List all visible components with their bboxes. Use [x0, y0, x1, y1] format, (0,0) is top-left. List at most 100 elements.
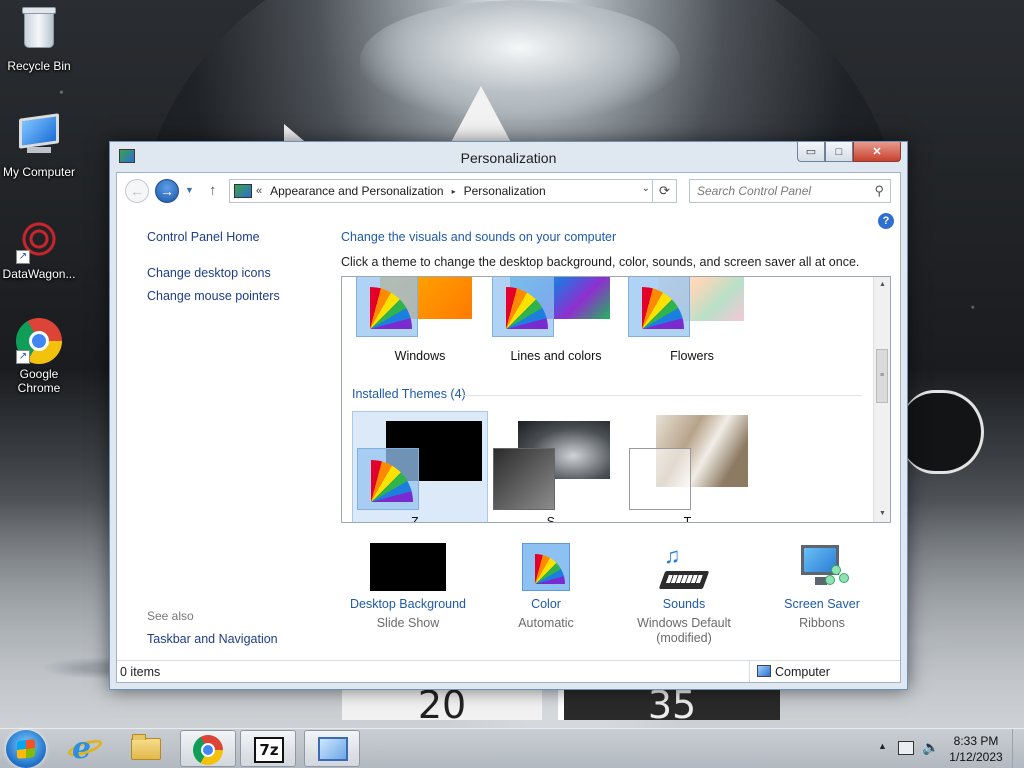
address-bar[interactable]: « Appearance and Personalization ▸ Perso…	[229, 179, 677, 203]
theme-name: Windows	[394, 349, 446, 363]
themes-scrollbar[interactable]: ▲ ≡ ▼	[873, 277, 890, 522]
status-item-count: 0 items	[120, 665, 161, 679]
taskbar-internet-explorer[interactable]: e	[58, 730, 114, 767]
theme-name: S...	[546, 515, 566, 523]
theme-installed-3[interactable]: T...	[624, 411, 760, 523]
forward-button[interactable]: →	[155, 179, 179, 203]
taskbar-control-panel[interactable]	[304, 730, 360, 767]
recent-locations-dropdown[interactable]: ▼	[185, 185, 194, 195]
color-palette-icon	[492, 277, 554, 337]
desktop-background-link[interactable]: Desktop Background	[343, 597, 473, 611]
color-link[interactable]: Color	[481, 597, 611, 611]
minimize-button[interactable]: ▭	[797, 142, 825, 162]
close-button[interactable]: ✕	[853, 142, 901, 162]
sounds-link[interactable]: Sounds	[619, 597, 749, 611]
color-value: Automatic	[518, 616, 574, 630]
theme-flowers[interactable]: Flowers	[624, 277, 760, 373]
sounds-icon: ♫	[656, 543, 712, 591]
computer-icon	[16, 113, 62, 162]
breadcrumb-separator-icon[interactable]: ▸	[452, 187, 456, 196]
breadcrumb-overflow[interactable]: «	[256, 185, 262, 197]
desktop-icon-label: My Computer	[2, 165, 76, 179]
theme-lines-and-colors[interactable]: Lines and colors	[488, 277, 624, 373]
recycle-bin-icon	[16, 7, 62, 56]
color-palette-icon	[357, 448, 419, 510]
installed-themes-heading: Installed Themes (4)	[352, 387, 466, 401]
color-setting[interactable]: Color Automatic	[481, 543, 611, 631]
chrome-icon	[193, 735, 223, 765]
scroll-up-arrow-icon[interactable]: ▲	[874, 277, 890, 293]
taskbar-and-navigation-link[interactable]: Taskbar and Navigation	[147, 632, 278, 646]
show-desktop-button[interactable]	[1012, 729, 1024, 768]
show-hidden-icons-icon[interactable]: ▲	[878, 741, 887, 751]
desktop-icon-datawagon[interactable]: ↗ DataWagon...	[0, 216, 78, 281]
shortcut-arrow-icon: ↗	[16, 350, 30, 364]
window-content: ← → ▼ ↑ « Appearance and Personalization…	[116, 172, 901, 683]
volume-icon[interactable]: 🔈	[922, 739, 939, 756]
scroll-thumb[interactable]: ≡	[876, 349, 888, 403]
theme-installed-1[interactable]: Z...	[352, 411, 488, 523]
maximize-button[interactable]: □	[825, 142, 853, 162]
up-button[interactable]: ↑	[209, 182, 217, 199]
color-palette-icon	[628, 277, 690, 337]
start-button[interactable]	[6, 730, 46, 768]
taskbar-google-chrome[interactable]	[180, 730, 236, 767]
breadcrumb-personalization[interactable]: Personalization	[464, 184, 546, 198]
see-also-label: See also	[147, 609, 194, 623]
color-palette-icon	[356, 277, 418, 337]
navigation-bar: ← → ▼ ↑ « Appearance and Personalization…	[117, 173, 900, 211]
help-icon[interactable]: ?	[878, 213, 894, 229]
desktop-background-setting[interactable]: Desktop Background Slide Show	[343, 543, 473, 631]
internet-explorer-icon: e	[72, 731, 92, 766]
refresh-button[interactable]: ⟳	[652, 180, 676, 202]
address-dropdown-icon[interactable]: ⌄	[642, 183, 650, 194]
screen-saver-icon	[795, 543, 849, 591]
desktop-icon-label: Recycle Bin	[7, 59, 71, 73]
theme-windows[interactable]: Windows	[352, 277, 488, 373]
desktop-icon-label: DataWagon...	[2, 267, 76, 281]
theme-name: Z...	[410, 515, 430, 523]
desktop-icon-google-chrome[interactable]: ↗ Google Chrome	[0, 318, 78, 395]
shortcut-arrow-icon: ↗	[16, 250, 30, 264]
chrome-icon: ↗	[16, 318, 62, 364]
window-titlebar[interactable]: Personalization ▭ □ ✕	[110, 142, 907, 172]
taskbar-file-explorer[interactable]	[118, 730, 174, 767]
clock-time: 8:33 PM	[953, 734, 999, 748]
wallpaper-ridge	[360, 0, 680, 120]
change-desktop-icons-link[interactable]: Change desktop icons	[147, 266, 271, 280]
desktop-background-icon	[370, 543, 446, 591]
taskbar: e 7z ▲ 🔈 8:33 PM 1/12/2023	[0, 728, 1024, 768]
back-button[interactable]: ←	[125, 179, 149, 203]
screen-saver-setting[interactable]: Screen Saver Ribbons	[757, 543, 887, 631]
datawagon-icon: ↗	[16, 218, 62, 264]
taskbar-7zip[interactable]: 7z	[240, 730, 296, 767]
caption-buttons: ▭ □ ✕	[797, 142, 901, 162]
theme-name: Lines and colors	[510, 349, 602, 363]
search-box[interactable]: ⚲	[689, 179, 891, 203]
screen-saver-link[interactable]: Screen Saver	[757, 597, 887, 611]
control-panel-home-link[interactable]: Control Panel Home	[147, 230, 260, 244]
clock[interactable]: 8:33 PM 1/12/2023	[940, 733, 1012, 765]
clock-date: 1/12/2023	[949, 750, 1003, 764]
scroll-down-arrow-icon[interactable]: ▼	[874, 506, 890, 522]
desktop-icon-recycle-bin[interactable]: Recycle Bin	[0, 6, 78, 73]
screen-saver-value: Ribbons	[799, 616, 845, 630]
page-description: Click a theme to change the desktop back…	[341, 255, 860, 269]
desktop-icon-my-computer[interactable]: My Computer	[0, 112, 78, 179]
desktop-background-value: Slide Show	[376, 616, 440, 630]
wallpaper-clock-minutes: 35	[558, 690, 780, 720]
theme-installed-2[interactable]: S...	[488, 411, 624, 523]
7zip-icon: 7z	[254, 737, 284, 763]
change-mouse-pointers-link[interactable]: Change mouse pointers	[147, 289, 280, 303]
network-icon[interactable]	[898, 741, 914, 755]
status-bar: 0 items Computer	[117, 660, 900, 682]
breadcrumb-appearance[interactable]: Appearance and Personalization	[270, 184, 443, 198]
search-icon[interactable]: ⚲	[874, 183, 884, 199]
status-location: Computer	[775, 665, 830, 679]
theme-color-swatch	[629, 448, 691, 510]
color-palette-icon	[522, 543, 570, 591]
search-input[interactable]	[690, 180, 860, 202]
themes-list[interactable]: Windows Lines and colors Flowers Install…	[341, 276, 891, 523]
sounds-setting[interactable]: ♫ Sounds Windows Default (modified)	[619, 543, 749, 646]
theme-name: T...	[683, 515, 701, 523]
